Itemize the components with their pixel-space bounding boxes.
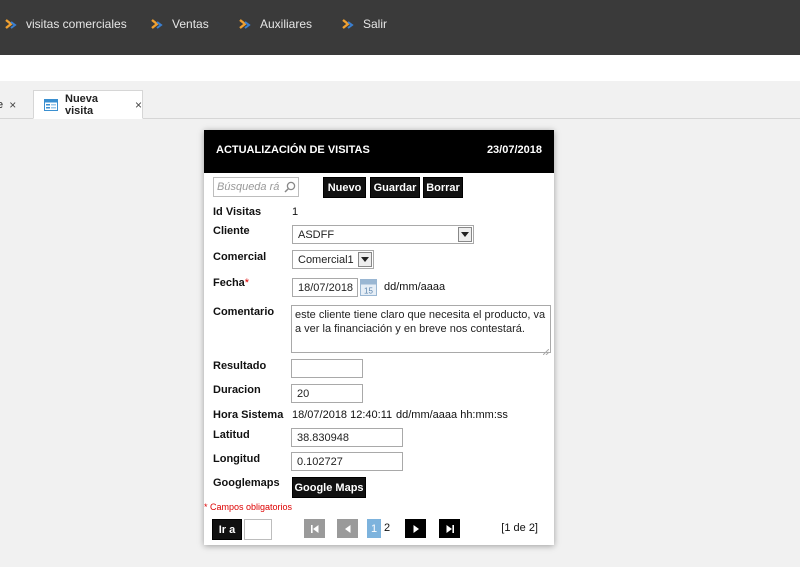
current-page-indicator[interactable]: 1 xyxy=(367,519,381,538)
tab-strip: te × Nueva visita × xyxy=(0,81,800,119)
fecha-format-hint: dd/mm/aaaa xyxy=(384,281,446,293)
first-page-icon[interactable] xyxy=(304,519,325,538)
visit-update-dialog: ACTUALIZACIÓN DE VISITAS 23/07/2018 Búsq… xyxy=(204,130,554,545)
fecha-label: Fecha* xyxy=(213,277,249,289)
dialog-header: ACTUALIZACIÓN DE VISITAS 23/07/2018 xyxy=(204,130,554,173)
comercial-selected-value: Comercial1 xyxy=(298,254,354,266)
search-icon[interactable] xyxy=(284,181,296,196)
close-icon[interactable]: × xyxy=(9,98,16,112)
resize-grip-icon[interactable] xyxy=(542,345,550,356)
cliente-label: Cliente xyxy=(213,225,250,237)
close-icon[interactable]: × xyxy=(135,98,142,112)
nav-item-salir[interactable]: Salir xyxy=(341,15,387,33)
comentario-textarea[interactable]: este cliente tiene claro que necesita el… xyxy=(291,305,551,356)
new-button[interactable]: Nuevo xyxy=(323,177,366,198)
latitud-input[interactable]: 38.830948 xyxy=(291,428,403,447)
nav-item-label: Salir xyxy=(363,17,388,31)
nav-item-visitas-comerciales[interactable]: visitas comerciales xyxy=(4,15,127,33)
nav-item-label: Ventas xyxy=(172,17,209,31)
arrow-icon xyxy=(238,17,252,31)
goto-page-input[interactable] xyxy=(244,519,272,540)
last-page-icon[interactable] xyxy=(439,519,460,538)
nav-item-label: visitas comerciales xyxy=(26,17,127,31)
arrow-icon xyxy=(150,17,164,31)
hora-sistema-value: 18/07/2018 12:40:11 xyxy=(292,409,393,421)
next-page-icon[interactable] xyxy=(405,519,426,538)
page-info: [1 de 2] xyxy=(501,522,538,534)
chevron-down-icon[interactable] xyxy=(358,252,372,267)
comercial-label: Comercial xyxy=(213,251,267,263)
tab-label: Nueva visita xyxy=(65,92,99,117)
chevron-down-icon[interactable] xyxy=(458,227,472,242)
tab-label: te xyxy=(0,98,4,111)
resultado-input[interactable] xyxy=(291,359,363,378)
search-input[interactable]: Búsqueda rá xyxy=(213,177,299,197)
latitud-label: Latitud xyxy=(213,429,250,441)
delete-button[interactable]: Borrar xyxy=(423,177,463,198)
comentario-label: Comentario xyxy=(213,306,275,318)
required-marker: * xyxy=(244,277,250,289)
calendar-icon[interactable]: 15 xyxy=(360,278,377,296)
comentario-text: este cliente tiene claro que necesita el… xyxy=(295,309,546,335)
dialog-date: 23/07/2018 xyxy=(486,144,542,156)
cliente-select[interactable]: ASDFF xyxy=(292,225,474,244)
cliente-selected-value: ASDFF xyxy=(298,229,335,241)
fecha-input[interactable]: 18/07/2018 xyxy=(292,278,358,297)
header-band xyxy=(0,55,800,81)
save-button[interactable]: Guardar xyxy=(370,177,420,198)
id-visitas-value: 1 xyxy=(292,206,299,218)
previous-page-icon[interactable] xyxy=(337,519,358,538)
dialog-title: ACTUALIZACIÓN DE VISITAS xyxy=(216,144,370,156)
tab-previous[interactable]: te × xyxy=(0,90,24,119)
top-navigation-bar: visitas comerciales Ventas Auxiliares Sa… xyxy=(0,0,800,55)
fecha-label-text: Fecha xyxy=(213,277,245,289)
resultado-label: Resultado xyxy=(213,360,267,372)
hora-sistema-label: Hora Sistema xyxy=(213,409,284,421)
nav-item-ventas[interactable]: Ventas xyxy=(150,15,209,33)
page-link[interactable]: 2 xyxy=(384,522,390,534)
hora-sistema-format-hint: dd/mm/aaaa hh:mm:ss xyxy=(396,409,508,421)
googlemaps-label: Googlemaps xyxy=(213,477,280,489)
duracion-input[interactable]: 20 xyxy=(291,384,363,403)
arrow-icon xyxy=(4,17,18,31)
comercial-select[interactable]: Comercial1 xyxy=(292,250,374,269)
longitud-label: Longitud xyxy=(213,453,261,465)
duracion-label: Duracion xyxy=(213,384,261,396)
search-placeholder: Búsqueda rá xyxy=(217,181,280,193)
svg-text:15: 15 xyxy=(364,287,373,296)
nav-item-label: Auxiliares xyxy=(260,17,313,31)
id-visitas-label: Id Visitas xyxy=(213,206,262,218)
nav-item-auxiliares[interactable]: Auxiliares xyxy=(238,15,312,33)
longitud-input[interactable]: 0.102727 xyxy=(291,452,403,471)
tab-nueva-visita[interactable]: Nueva visita × xyxy=(33,90,143,119)
mandatory-fields-note: * Campos obligatorios xyxy=(204,502,293,512)
goto-button[interactable]: Ir a xyxy=(212,519,242,540)
arrow-icon xyxy=(341,17,355,31)
google-maps-button[interactable]: Google Maps xyxy=(292,477,366,498)
form-icon xyxy=(44,98,58,111)
